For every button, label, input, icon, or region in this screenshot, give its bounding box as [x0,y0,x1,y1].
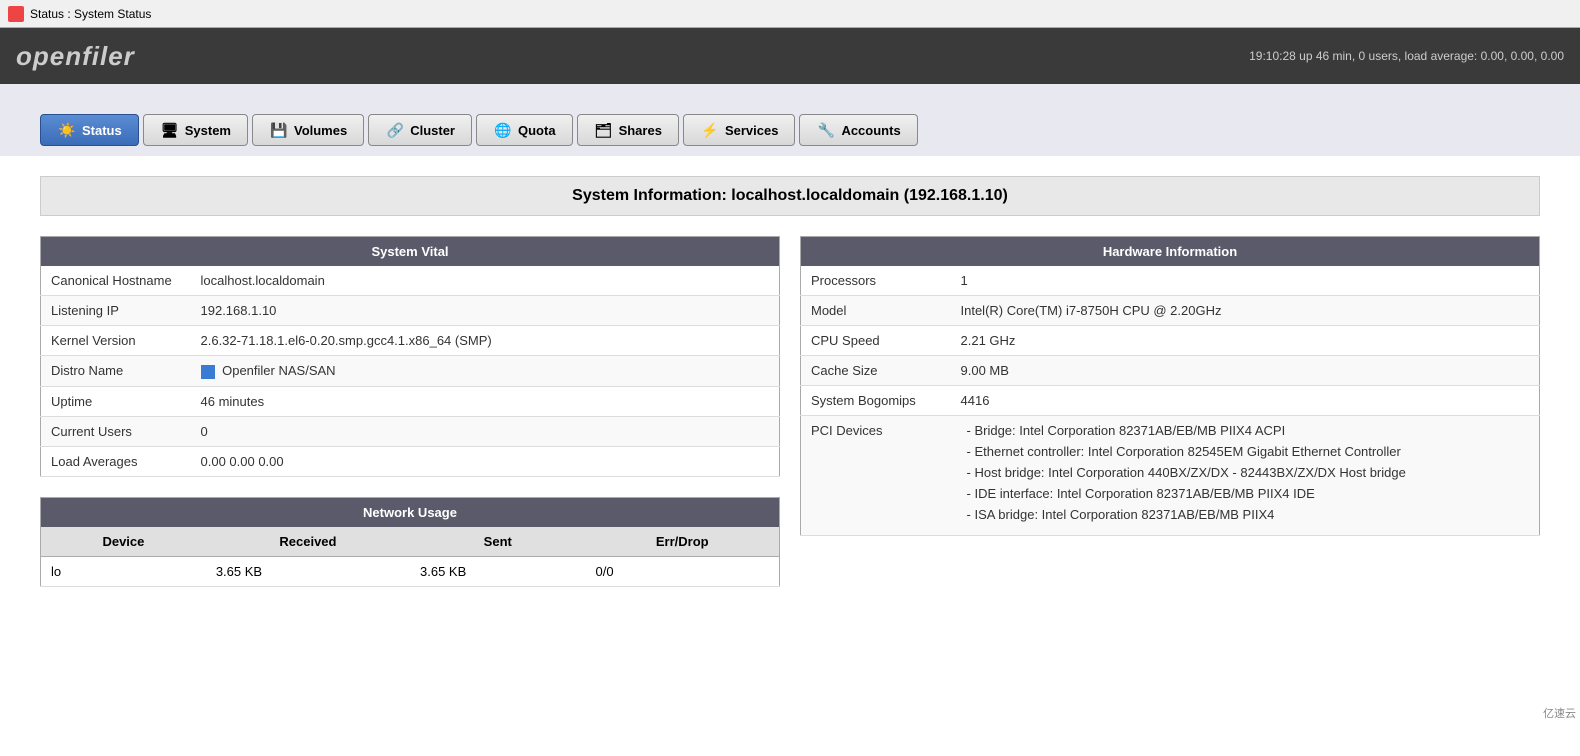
nav-item-services[interactable]: ⚡ Services [683,114,796,146]
network-usage-table: Network Usage Device Received Sent Err/D… [40,497,780,587]
list-item: ISA bridge: Intel Corporation 82371AB/EB… [961,507,1530,522]
topbar: openfiler 19:10:28 up 46 min, 0 users, l… [0,28,1580,84]
sv-label-uptime: Uptime [41,386,191,416]
net-col-errdrop: Err/Drop [586,527,780,557]
table-row: CPU Speed 2.21 GHz [801,326,1540,356]
net-errdrop: 0/0 [586,556,780,586]
pci-list: Bridge: Intel Corporation 82371AB/EB/MB … [961,423,1530,522]
net-col-sent: Sent [410,527,586,557]
table-row: Cache Size 9.00 MB [801,356,1540,386]
hw-label-cache: Cache Size [801,356,951,386]
sv-value-load: 0.00 0.00 0.00 [191,446,780,476]
sv-label-kernel: Kernel Version [41,326,191,356]
table-row: System Bogomips 4416 [801,386,1540,416]
quota-icon: 🌐 [493,121,513,139]
list-item: Bridge: Intel Corporation 82371AB/EB/MB … [961,423,1530,438]
sv-value-hostname: localhost.localdomain [191,266,780,296]
list-item: IDE interface: Intel Corporation 82371AB… [961,486,1530,501]
sv-value-kernel: 2.6.32-71.18.1.el6-0.20.smp.gcc4.1.x86_6… [191,326,780,356]
nav-item-shares[interactable]: 🗂 Shares [577,114,679,146]
table-row: Canonical Hostname localhost.localdomain [41,266,780,296]
status-icon: ☀️ [57,121,77,139]
table-row: Distro Name Openfiler NAS/SAN [41,356,780,387]
title-text: Status : System Status [30,7,151,21]
sv-label-distro: Distro Name [41,356,191,387]
net-sent: 3.65 KB [410,556,586,586]
nav-label-cluster: Cluster [410,123,455,138]
accounts-icon: 🔧 [816,121,836,139]
system-vital-table: System Vital Canonical Hostname localhos… [40,236,780,477]
nav-item-status[interactable]: ☀️ Status [40,114,139,146]
system-vital-header: System Vital [41,237,780,267]
sv-label-ip: Listening IP [41,296,191,326]
shares-icon: 🗂 [594,121,614,139]
system-vital-section: System Vital Canonical Hostname localhos… [40,236,780,587]
table-row: Listening IP 192.168.1.10 [41,296,780,326]
table-row: Uptime 46 minutes [41,386,780,416]
sv-value-ip: 192.168.1.10 [191,296,780,326]
cluster-icon: 🔗 [385,121,405,139]
hw-value-pci: Bridge: Intel Corporation 82371AB/EB/MB … [951,416,1540,536]
services-icon: ⚡ [700,121,720,139]
hardware-info-section: Hardware Information Processors 1 Model … [800,236,1540,587]
table-row: PCI Devices Bridge: Intel Corporation 82… [801,416,1540,536]
hw-value-model: Intel(R) Core(TM) i7-8750H CPU @ 2.20GHz [951,296,1540,326]
sv-label-hostname: Canonical Hostname [41,266,191,296]
nav-label-shares: Shares [619,123,662,138]
table-row: Model Intel(R) Core(TM) i7-8750H CPU @ 2… [801,296,1540,326]
volumes-icon: 💾 [269,121,289,139]
hw-value-processors: 1 [951,266,1540,296]
list-item: Ethernet controller: Intel Corporation 8… [961,444,1530,459]
hardware-info-header: Hardware Information [801,237,1540,267]
nav-label-system: System [185,123,231,138]
watermark: 亿速云 [1543,705,1576,721]
sv-value-uptime: 46 minutes [191,386,780,416]
network-usage-header: Network Usage [41,497,780,527]
nav-item-accounts[interactable]: 🔧 Accounts [799,114,917,146]
hw-label-processors: Processors [801,266,951,296]
hw-value-bogomips: 4416 [951,386,1540,416]
title-icon [8,6,24,22]
sv-label-load: Load Averages [41,446,191,476]
titlebar: Status : System Status [0,0,1580,28]
table-row: Current Users 0 [41,416,780,446]
nav-spacer [0,84,1580,114]
nav-item-system[interactable]: 🖥 System [143,114,248,146]
sv-value-distro: Openfiler NAS/SAN [191,356,780,387]
sv-value-users: 0 [191,416,780,446]
hw-label-pci: PCI Devices [801,416,951,536]
nav-label-quota: Quota [518,123,556,138]
table-row: lo 3.65 KB 3.65 KB 0/0 [41,556,780,586]
table-row: Processors 1 [801,266,1540,296]
list-item: Host bridge: Intel Corporation 440BX/ZX/… [961,465,1530,480]
nav-label-accounts: Accounts [841,123,900,138]
table-row: Kernel Version 2.6.32-71.18.1.el6-0.20.s… [41,326,780,356]
net-col-device: Device [41,527,206,557]
hw-value-cache: 9.00 MB [951,356,1540,386]
distro-icon [201,365,215,379]
net-device: lo [41,556,206,586]
nav-item-cluster[interactable]: 🔗 Cluster [368,114,472,146]
nav-label-volumes: Volumes [294,123,347,138]
hardware-info-table: Hardware Information Processors 1 Model … [800,236,1540,536]
nav-label-services: Services [725,123,779,138]
sv-label-users: Current Users [41,416,191,446]
nav-item-volumes[interactable]: 💾 Volumes [252,114,364,146]
net-col-received: Received [206,527,410,557]
hw-label-model: Model [801,296,951,326]
system-icon: 🖥 [160,121,180,139]
net-received: 3.65 KB [206,556,410,586]
hw-value-cpuspeed: 2.21 GHz [951,326,1540,356]
logo: openfiler [16,41,135,72]
hw-label-cpuspeed: CPU Speed [801,326,951,356]
page-title: System Information: localhost.localdomai… [40,176,1540,216]
hw-label-bogomips: System Bogomips [801,386,951,416]
info-columns: System Vital Canonical Hostname localhos… [40,236,1540,587]
nav-item-quota[interactable]: 🌐 Quota [476,114,573,146]
table-row: Load Averages 0.00 0.00 0.00 [41,446,780,476]
navbar: ☀️ Status 🖥 System 💾 Volumes 🔗 Cluster 🌐… [0,114,1580,156]
main-content: System Information: localhost.localdomai… [0,156,1580,756]
nav-label-status: Status [82,123,122,138]
uptime-text: 19:10:28 up 46 min, 0 users, load averag… [1249,49,1564,63]
